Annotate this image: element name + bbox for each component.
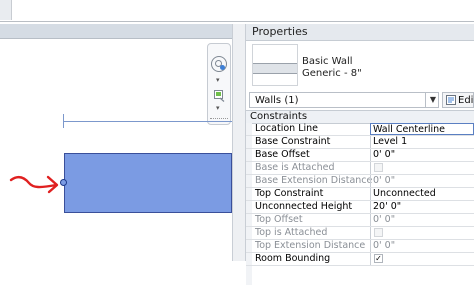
- property-row[interactable]: Location Line Wall Centerline: [246, 123, 474, 136]
- checkbox-icon[interactable]: ✓: [374, 254, 383, 263]
- property-value: 0' 0": [370, 240, 474, 252]
- top-divider: [0, 21, 474, 22]
- property-name: Unconnected Height: [255, 201, 353, 212]
- property-value: 0' 0": [370, 175, 474, 187]
- steering-wheel-badge: [220, 65, 225, 70]
- type-name: Generic - 8": [302, 68, 362, 79]
- annotation-arrow-icon: [9, 175, 59, 194]
- property-value[interactable]: Unconnected: [370, 188, 474, 200]
- type-preview-image[interactable]: [252, 44, 298, 86]
- edit-type-label: Edi: [458, 95, 474, 106]
- property-name: Room Bounding: [255, 253, 331, 264]
- constraints-section-header[interactable]: Constraints: [246, 110, 474, 124]
- property-row[interactable]: Base Constraint Level 1: [246, 136, 474, 149]
- wall-preview-icon: [253, 63, 297, 74]
- property-row[interactable]: Top Extension Distance 0' 0": [246, 240, 474, 253]
- property-value[interactable]: 20' 0": [370, 201, 474, 213]
- navigation-bar: ▾ ▾: [207, 43, 231, 125]
- property-value: 0' 0": [370, 214, 474, 226]
- property-name: Base Constraint: [255, 136, 331, 147]
- zoom-icon[interactable]: [214, 90, 225, 102]
- checkbox-icon: [374, 228, 383, 237]
- edit-type-button[interactable]: Edi: [442, 92, 474, 108]
- property-name: Top Offset: [255, 214, 303, 225]
- chevron-down-icon[interactable]: ▾: [216, 104, 220, 112]
- property-name: Base Extension Distance: [255, 175, 373, 186]
- property-value: [370, 227, 474, 239]
- properties-header: Properties: [246, 24, 474, 41]
- steering-wheel-icon[interactable]: [211, 56, 227, 72]
- property-row[interactable]: Room Bounding ✓: [246, 253, 474, 266]
- checkbox-icon: [374, 163, 383, 172]
- property-name: Top is Attached: [255, 227, 328, 238]
- properties-title: Properties: [252, 25, 308, 38]
- property-row[interactable]: Base Offset 0' 0": [246, 149, 474, 162]
- level-line[interactable]: [64, 121, 232, 122]
- property-value: [370, 162, 474, 174]
- section-label: Constraints: [250, 111, 308, 122]
- property-name: Top Constraint: [255, 188, 324, 199]
- panel-splitter[interactable]: [232, 24, 246, 261]
- property-row[interactable]: Top is Attached: [246, 227, 474, 240]
- property-name: Base is Attached: [255, 162, 335, 173]
- top-left-tab[interactable]: [0, 0, 12, 20]
- edit-type-icon: [446, 95, 456, 105]
- view-header: [0, 24, 246, 39]
- property-row[interactable]: Base is Attached: [246, 162, 474, 175]
- property-value[interactable]: ✓: [370, 253, 474, 265]
- instance-filter-dropdown[interactable]: Walls (1) ▼: [249, 92, 439, 108]
- property-value[interactable]: Wall Centerline: [370, 123, 474, 135]
- property-name: Top Extension Distance: [255, 240, 366, 251]
- property-row[interactable]: Top Offset 0' 0": [246, 214, 474, 227]
- property-name: Base Offset: [255, 149, 310, 160]
- property-row[interactable]: Unconnected Height 20' 0": [246, 201, 474, 214]
- chevron-down-icon[interactable]: ▾: [216, 76, 220, 84]
- instance-filter-label: Walls (1): [255, 95, 299, 106]
- property-value[interactable]: Level 1: [370, 136, 474, 148]
- dropdown-arrow-icon[interactable]: ▼: [425, 92, 440, 107]
- properties-palette: Properties Basic Wall Generic - 8" Walls…: [246, 24, 474, 285]
- property-value[interactable]: 0' 0": [370, 149, 474, 161]
- drawing-canvas[interactable]: [0, 39, 232, 261]
- property-row[interactable]: Base Extension Distance 0' 0": [246, 175, 474, 188]
- property-name: Location Line: [255, 123, 318, 134]
- wall-element[interactable]: [64, 153, 232, 213]
- type-family-name: Basic Wall: [302, 56, 353, 67]
- property-row[interactable]: Top Constraint Unconnected: [246, 188, 474, 201]
